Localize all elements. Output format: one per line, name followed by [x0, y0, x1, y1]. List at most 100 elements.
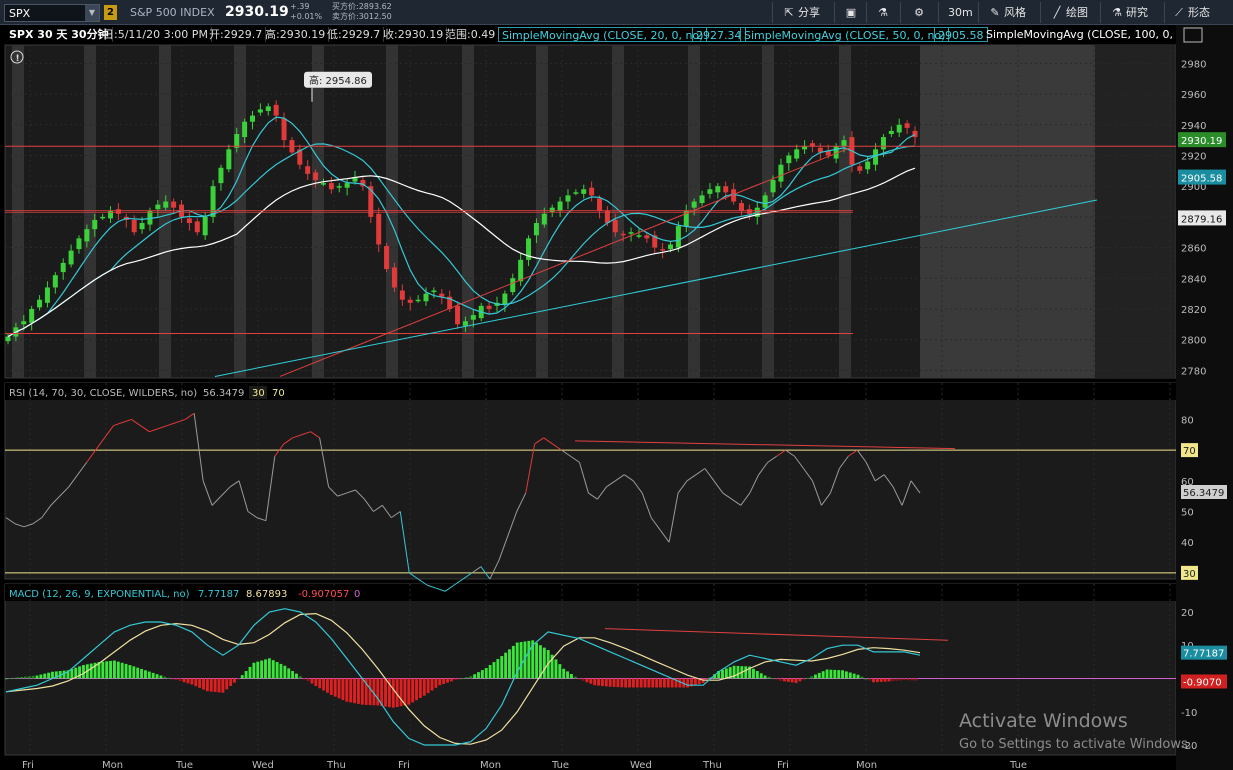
- study-info-bar: SPX 30 天 30分钟 日:5/11/20 3:00 PM 开:2929.7…: [0, 25, 1175, 44]
- candle-body: [257, 109, 263, 113]
- macd-histogram-bar: [856, 674, 860, 679]
- macd-histogram-bar: [109, 660, 113, 679]
- candle-body: [202, 216, 208, 236]
- macd-histogram-bar: [163, 676, 167, 679]
- x-axis-label: Fri: [22, 760, 34, 770]
- macd-histogram-bar: [566, 671, 570, 679]
- macd-histogram-bar: [318, 678, 322, 689]
- candle-body: [5, 336, 11, 342]
- macd-histogram-bar: [767, 676, 771, 679]
- macd-histogram-bar: [608, 678, 612, 687]
- macd-histogram-bar: [209, 678, 213, 692]
- candle-body: [60, 262, 66, 273]
- candle-body: [328, 183, 334, 190]
- macd-histogram-bar: [360, 678, 364, 705]
- macd-histogram-bar: [174, 678, 178, 680]
- macd-histogram-bar: [903, 678, 906, 680]
- candle-body: [344, 183, 350, 188]
- macd-histogram-bar: [356, 678, 360, 704]
- macd-histogram-bar: [446, 678, 449, 683]
- macd-histogram-bar: [113, 660, 116, 679]
- macd-histogram-bar: [670, 678, 674, 688]
- candle-body: [171, 201, 177, 208]
- macd-histogram-bar: [434, 678, 438, 688]
- candle-body: [668, 244, 674, 250]
- macd-histogram-bar: [384, 678, 387, 707]
- macd-histogram-bar: [554, 659, 558, 679]
- macd-avg: 8.67893: [246, 589, 287, 600]
- bar-range: 范围:0.49: [442, 27, 500, 42]
- rsi-tick-label: 50: [1181, 507, 1194, 518]
- macd-histogram-bar: [775, 678, 779, 680]
- macd-histogram-bar: [221, 678, 225, 693]
- candle-body: [439, 293, 445, 297]
- macd-histogram-bar: [860, 676, 864, 679]
- macd-histogram-bar: [205, 678, 209, 692]
- macd-histogram-bar: [171, 678, 174, 680]
- candle-body: [194, 221, 200, 233]
- macd-histogram-bar: [852, 673, 856, 679]
- x-axis-label: Tue: [1009, 760, 1027, 770]
- candle-body: [336, 186, 342, 188]
- macd-histogram-bar: [535, 642, 539, 679]
- macd-histogram-bar: [101, 661, 105, 679]
- candle-body: [660, 249, 666, 251]
- macd-histogram-bar: [283, 665, 287, 679]
- macd-histogram-bar: [453, 678, 457, 680]
- macd-histogram-bar: [558, 664, 562, 679]
- macd-histogram-bar: [194, 678, 198, 687]
- sma50-label[interactable]: SimpleMovingAvg (CLOSE, 50, 0, no): [740, 27, 950, 42]
- macd-value: 7.77187: [198, 589, 239, 600]
- x-axis-label: Mon: [102, 760, 123, 770]
- macd-histogram-bar: [643, 678, 647, 688]
- macd-tick-label: 20: [1181, 608, 1194, 619]
- candle-body: [423, 293, 429, 302]
- macd-histogram-bar: [484, 668, 488, 679]
- macd-histogram-bar: [275, 662, 279, 679]
- macd-histogram-bar: [589, 678, 593, 684]
- macd-histogram-bar: [651, 678, 655, 688]
- macd-histogram-bar: [724, 668, 728, 679]
- macd-value-badge: 7.77187: [1183, 649, 1224, 660]
- macd-histogram-bar: [779, 678, 783, 681]
- macd-histogram-bar: [570, 674, 573, 679]
- macd-histogram-bar: [655, 678, 659, 688]
- price-tick-label: 2860: [1181, 244, 1206, 255]
- rsi-panel-bg: [4, 382, 1177, 580]
- macd-histogram-bar: [430, 678, 434, 691]
- candle-body: [896, 124, 902, 133]
- candle-body: [163, 201, 169, 208]
- sma20-label[interactable]: SimpleMovingAvg (CLOSE, 20, 0, no): [498, 27, 708, 42]
- candle-body: [589, 187, 595, 196]
- last-price-badge: 2930.19: [1181, 136, 1222, 147]
- macd-histogram-bar: [783, 678, 786, 682]
- chart-canvas[interactable]: 高: 2954.86! RSI (14, 70, 30, CLOSE, WILD…: [0, 0, 1233, 770]
- macd-histogram-bar: [128, 665, 132, 679]
- candle-body: [455, 305, 461, 325]
- macd-histogram-bar: [883, 678, 887, 682]
- macd-histogram-bar: [635, 678, 639, 688]
- chart-title: SPX 30 天 30分钟: [6, 27, 113, 42]
- high-callout-text: 高: 2954.86: [309, 74, 367, 87]
- macd-histogram-bar: [810, 676, 813, 679]
- macd-histogram-bar: [105, 661, 109, 679]
- macd-histogram-bar: [639, 678, 643, 688]
- macd-histogram-bar: [899, 678, 903, 681]
- macd-histogram-bar: [217, 678, 221, 693]
- macd-histogram-bar: [480, 670, 484, 679]
- x-axis-label: Tue: [175, 760, 193, 770]
- macd-histogram-bar: [418, 678, 422, 698]
- candle-body: [699, 195, 705, 204]
- x-axis-label: Wed: [630, 760, 652, 770]
- sma100-label[interactable]: SimpleMovingAvg (CLOSE, 100, 0, ...: [983, 27, 1175, 42]
- macd-histogram-bar: [178, 678, 182, 682]
- candle-body: [857, 166, 863, 171]
- candle-body: [620, 233, 626, 236]
- macd-histogram-bar: [612, 678, 616, 687]
- macd-histogram-bar: [260, 660, 264, 679]
- macd-histogram-bar: [345, 678, 349, 702]
- macd-histogram-bar: [616, 678, 620, 688]
- macd-histogram-bar: [597, 678, 600, 686]
- macd-histogram-bar: [771, 678, 775, 680]
- x-axis-label: Tue: [551, 760, 569, 770]
